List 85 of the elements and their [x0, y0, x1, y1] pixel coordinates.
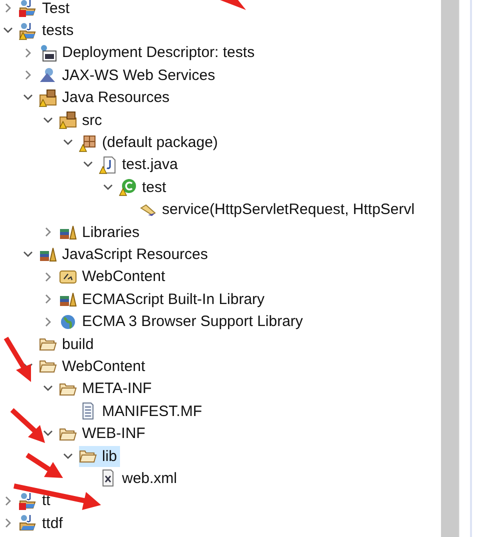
item-label: test.java [122, 156, 178, 174]
library-icon [59, 223, 77, 242]
item-label: ttdf [42, 514, 63, 532]
tree-item[interactable]: src [59, 110, 105, 131]
tree-item[interactable]: test [119, 176, 170, 198]
item-label: (default package) [102, 134, 218, 152]
project-icon [19, 22, 37, 40]
chevron-down-icon[interactable] [83, 161, 93, 168]
item-label: test [142, 178, 166, 196]
globe-icon [59, 312, 77, 331]
chevron-down-icon[interactable] [43, 385, 53, 392]
item-label: build [62, 336, 94, 353]
item-label: Test [42, 0, 70, 17]
tree-item[interactable]: tests [19, 20, 77, 42]
arrow-annotation [10, 408, 45, 443]
project-icon [19, 0, 37, 18]
tree-item[interactable]: Libraries [59, 222, 143, 243]
project-icon [19, 514, 37, 532]
chevron-right-icon[interactable] [44, 272, 52, 282]
tree-item[interactable]: ttdf [19, 512, 66, 534]
item-label: JAX-WS Web Services [62, 66, 216, 84]
item-label: MANIFEST.MF [102, 402, 202, 420]
tree-item[interactable]: build [39, 334, 97, 355]
tree-item[interactable]: (default package) [79, 132, 221, 154]
chevron-right-icon[interactable] [24, 70, 32, 80]
item-label: ECMAScript Built-In Library [82, 290, 265, 308]
tree-item[interactable]: test.java [99, 154, 181, 176]
chevron-right-icon[interactable] [4, 518, 12, 528]
script-folder-icon [59, 268, 77, 286]
item-label: WebContent [82, 268, 166, 286]
tree-item[interactable]: WEB-INF [59, 423, 148, 444]
tree-item[interactable]: WebContent [39, 356, 148, 377]
item-label: JavaScript Resources [62, 246, 208, 263]
tree-item[interactable]: Test [19, 0, 73, 19]
tree-item[interactable]: service(HttpServletRequest, HttpServl [139, 199, 418, 220]
item-label: META-INF [82, 380, 152, 398]
project-icon [19, 492, 37, 510]
tree-item[interactable]: tt [19, 490, 54, 512]
chevron-down-icon[interactable] [23, 250, 33, 258]
item-label: WEB-INF [82, 425, 146, 442]
chevron-right-icon[interactable] [4, 496, 12, 506]
web-services-icon [39, 66, 57, 84]
chevron-down-icon[interactable] [3, 27, 13, 34]
library-icon [39, 245, 57, 264]
deployment-descriptor-icon [39, 44, 57, 62]
chevron-right-icon[interactable] [44, 316, 52, 327]
item-label: web.xml [122, 470, 178, 487]
package-folder-icon [39, 88, 57, 107]
tree-item[interactable]: web.xml [99, 468, 180, 489]
chevron-right-icon[interactable] [44, 227, 52, 238]
item-label: WebContent [62, 358, 146, 375]
tree-item[interactable]: lib [79, 446, 120, 466]
chevron-down-icon[interactable] [43, 116, 53, 124]
chevron-right-icon[interactable] [44, 294, 52, 304]
item-label: service(HttpServletRequest, HttpServl [162, 201, 415, 218]
arrow-annotation [26, 452, 63, 478]
library-icon [59, 290, 77, 308]
chevron-down-icon[interactable] [63, 139, 73, 146]
item-label: tests [42, 22, 74, 40]
tree-item[interactable]: Deployment Descriptor: tests [39, 42, 258, 64]
chevron-down-icon[interactable] [103, 184, 113, 191]
chevron-right-icon[interactable] [24, 48, 32, 58]
tree-item[interactable]: MANIFEST.MF [79, 400, 205, 422]
chevron-down-icon[interactable] [43, 430, 53, 438]
chevron-down-icon[interactable] [63, 452, 73, 460]
item-label: Java Resources [62, 89, 170, 106]
item-label: tt [42, 492, 50, 510]
tree-item[interactable]: ECMA 3 Browser Support Library [59, 311, 306, 332]
item-label: lib [102, 448, 118, 464]
tree-item[interactable]: JAX-WS Web Services [39, 64, 218, 86]
item-label: Deployment Descriptor: tests [62, 44, 255, 62]
chevron-right-icon[interactable] [4, 3, 12, 14]
tree-item[interactable]: META-INF [59, 378, 155, 400]
item-label: Libraries [82, 224, 140, 241]
arrow-annotation [4, 336, 31, 382]
package-folder-icon [59, 111, 77, 130]
tree-item[interactable]: WebContent [59, 266, 168, 288]
chevron-down-icon[interactable] [23, 94, 33, 102]
tree-item[interactable]: ECMAScript Built-In Library [59, 288, 268, 310]
item-label: src [82, 112, 102, 129]
arrow-annotation [220, 0, 246, 10]
tree-item[interactable]: JavaScript Resources [39, 244, 211, 265]
tree-item[interactable]: Java Resources [39, 87, 173, 108]
item-label: ECMA 3 Browser Support Library [82, 313, 303, 330]
scrollbar[interactable] [441, 0, 460, 537]
